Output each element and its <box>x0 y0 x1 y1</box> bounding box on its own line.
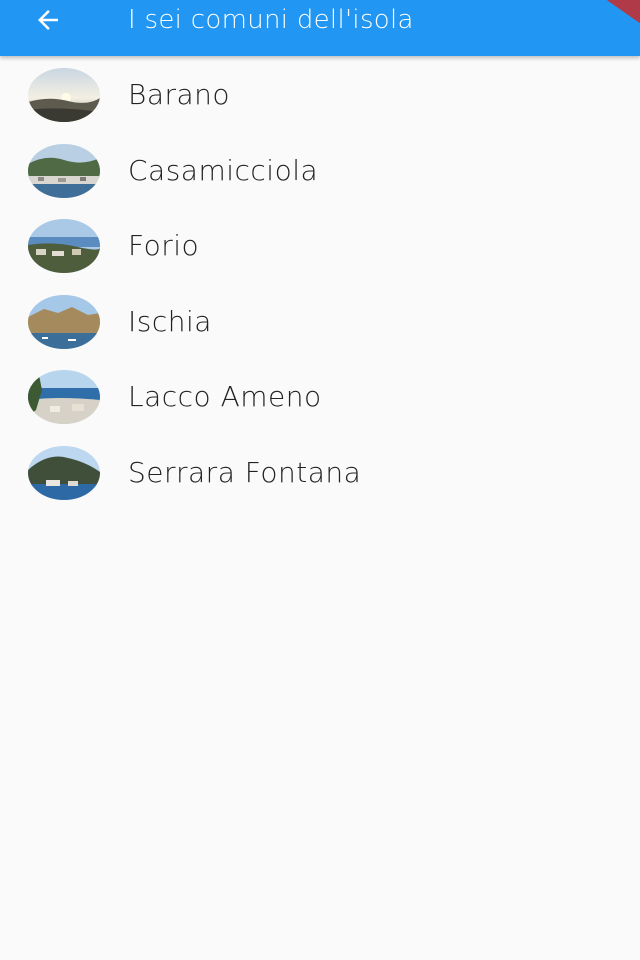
avatar <box>28 445 100 500</box>
town-list: Barano Casamicciola Forio Ischia Lacco A… <box>0 58 640 512</box>
page-title: I sei comuni dell'isola <box>128 5 414 35</box>
app-bar: I sei comuni dell'isola <box>0 0 640 56</box>
avatar <box>28 68 100 122</box>
arrow-back-icon <box>38 10 58 30</box>
list-item-lacco-ameno[interactable]: Lacco Ameno <box>0 360 640 436</box>
list-item-barano[interactable]: Barano <box>0 58 640 134</box>
list-item-casamicciola[interactable]: Casamicciola <box>0 134 640 210</box>
list-item-serrara-fontana[interactable]: Serrara Fontana <box>0 436 640 512</box>
list-item-label: Casamicciola <box>128 153 319 187</box>
list-item-label: Ischia <box>128 304 212 338</box>
list-item-label: Serrara Fontana <box>128 455 362 489</box>
avatar <box>28 294 100 349</box>
avatar <box>28 143 100 198</box>
list-item-label: Forio <box>128 229 200 263</box>
list-item-label: Barano <box>128 78 231 111</box>
avatar <box>28 219 100 274</box>
list-item-ischia[interactable]: Ischia <box>0 285 640 361</box>
back-button[interactable] <box>20 0 76 40</box>
list-item-label: Lacco Ameno <box>128 380 322 414</box>
avatar <box>28 370 100 425</box>
list-item-forio[interactable]: Forio <box>0 209 640 285</box>
